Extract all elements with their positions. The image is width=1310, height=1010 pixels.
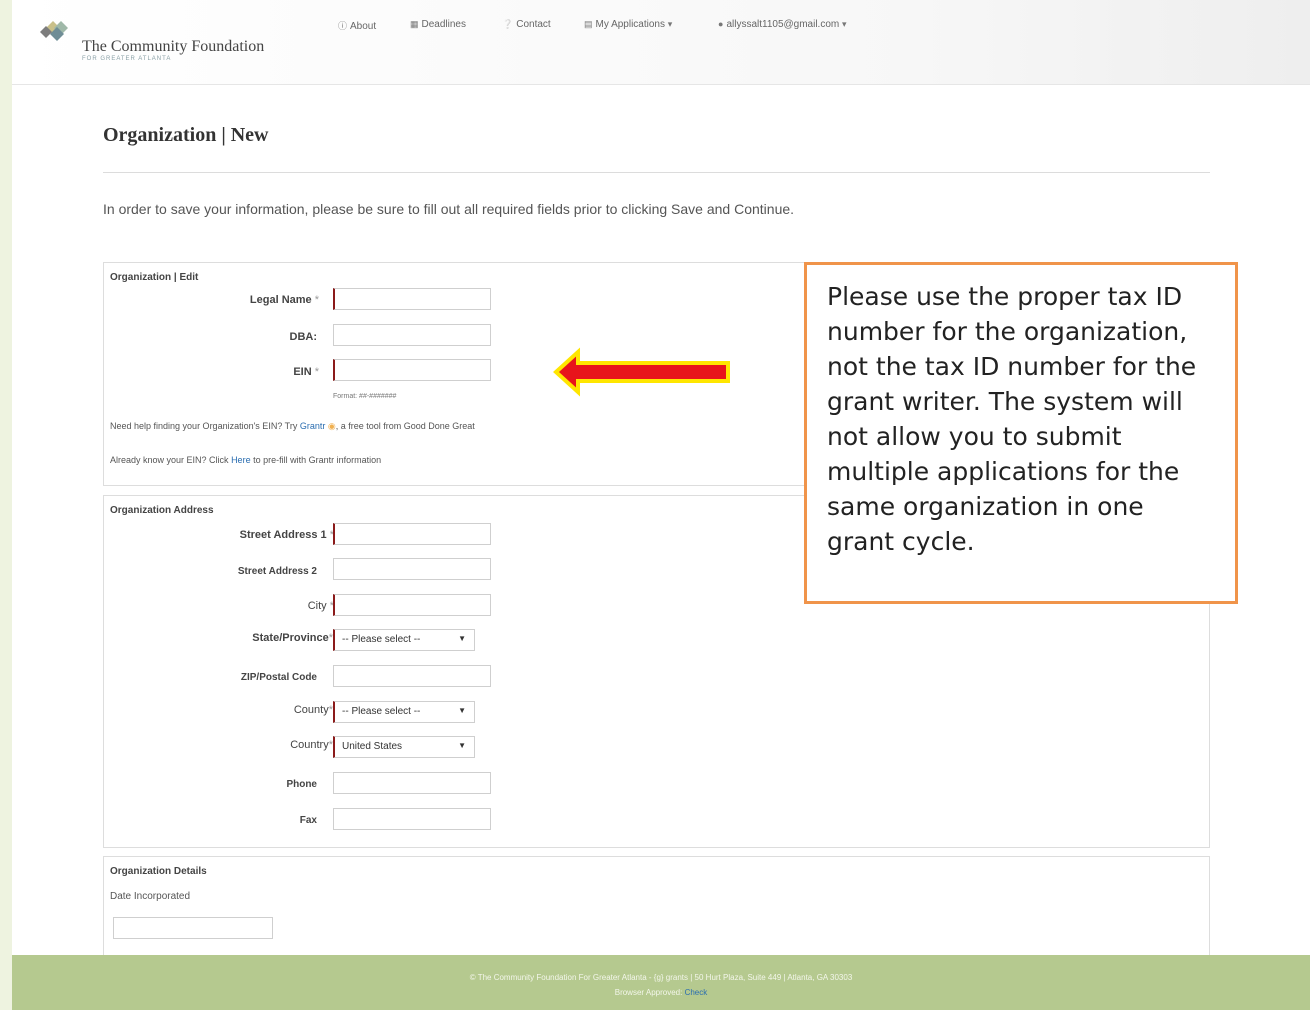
city-input[interactable] xyxy=(333,594,491,616)
footer-copyright: © The Community Foundation For Greater A… xyxy=(469,973,853,982)
ein-help-text: Need help finding your Organization's EI… xyxy=(110,421,475,431)
fax-label: Fax xyxy=(299,815,317,826)
state-select[interactable]: -- Please select -- ▼ xyxy=(333,629,475,651)
zip-label: ZIP/Postal Code xyxy=(240,672,317,683)
calendar-icon: ▦ xyxy=(410,19,419,29)
county-select[interactable]: -- Please select -- ▼ xyxy=(333,701,475,723)
grantr-link[interactable]: Grantr xyxy=(300,421,326,431)
street1-label: Street Address 1 * xyxy=(239,529,334,541)
dropdown-caret-icon: ▼ xyxy=(458,741,466,750)
date-incorporated-label: Date Incorporated xyxy=(110,891,191,902)
panel-title: Organization Address xyxy=(110,505,214,516)
nav-deadlines[interactable]: ▦ Deadlines xyxy=(410,19,466,30)
dropdown-caret-icon: ▼ xyxy=(458,634,466,643)
country-label: Country* xyxy=(290,739,333,751)
browser-check-link[interactable]: Check xyxy=(685,988,708,997)
ein-format-hint: Format: ##-####### xyxy=(333,393,397,400)
ein-input[interactable] xyxy=(333,359,491,381)
nav-user-menu[interactable]: ● allyssalt1105@gmail.com ▾ xyxy=(718,19,850,30)
page: The Community Foundation FOR GREATER ATL… xyxy=(0,0,1310,1010)
state-label: State/Province* xyxy=(252,632,333,644)
prefill-text: Already know your EIN? Click Here to pre… xyxy=(110,455,382,465)
foundation-logo-icon[interactable] xyxy=(38,16,78,46)
brand-tagline: FOR GREATER ATLANTA xyxy=(82,56,172,62)
street2-label: Street Address 2 xyxy=(237,566,317,577)
caret-down-icon: ▾ xyxy=(667,19,673,29)
footer: © The Community Foundation For Greater A… xyxy=(12,955,1310,1010)
nav-about[interactable]: ⓘ About xyxy=(338,19,376,32)
prefill-here-link[interactable]: Here xyxy=(231,455,251,465)
street2-input[interactable] xyxy=(333,558,491,580)
help-circle-icon: ❔ xyxy=(502,19,514,29)
phone-input[interactable] xyxy=(333,772,491,794)
dba-label: DBA: xyxy=(289,331,318,343)
country-select[interactable]: United States ▼ xyxy=(333,736,475,758)
fax-input[interactable] xyxy=(333,808,491,830)
intro-text: In order to save your information, pleas… xyxy=(103,201,795,217)
page-title: Organization | New xyxy=(103,124,269,146)
street1-input[interactable] xyxy=(333,523,491,545)
panel-organization-details: Organization Details Date Incorporated xyxy=(103,856,1210,967)
zip-input[interactable] xyxy=(333,665,491,687)
content-area: The Community Foundation FOR GREATER ATL… xyxy=(12,0,1310,1010)
city-label: City * xyxy=(307,600,334,612)
footer-browser: Browser Approved: Check xyxy=(614,988,708,997)
county-label: County* xyxy=(293,704,333,716)
nav-my-applications[interactable]: ▤ My Applications ▾ xyxy=(584,19,675,30)
top-navbar: The Community Foundation FOR GREATER ATL… xyxy=(12,0,1310,85)
caret-down-icon: ▾ xyxy=(842,19,847,29)
panel-title: Organization Details xyxy=(110,866,207,877)
grantr-icon: ◉ xyxy=(327,421,336,431)
info-circle-icon: ⓘ xyxy=(338,21,348,31)
nav-contact[interactable]: ❔ Contact xyxy=(502,19,551,30)
legal-name-label: Legal Name * xyxy=(249,294,319,306)
phone-label: Phone xyxy=(286,779,317,790)
title-divider xyxy=(103,172,1210,173)
panel-title: Organization | Edit xyxy=(110,272,199,283)
user-icon: ● xyxy=(718,19,724,29)
dba-input[interactable] xyxy=(333,324,491,346)
date-incorporated-input[interactable] xyxy=(113,917,273,939)
red-arrow-left-icon xyxy=(553,347,730,397)
dropdown-caret-icon: ▼ xyxy=(458,706,466,715)
tax-id-callout: Please use the proper tax ID number for … xyxy=(804,262,1238,604)
ein-label: EIN * xyxy=(293,366,319,378)
legal-name-input[interactable] xyxy=(333,288,491,310)
brand-name[interactable]: The Community Foundation xyxy=(82,38,264,56)
folder-icon: ▤ xyxy=(584,19,593,29)
